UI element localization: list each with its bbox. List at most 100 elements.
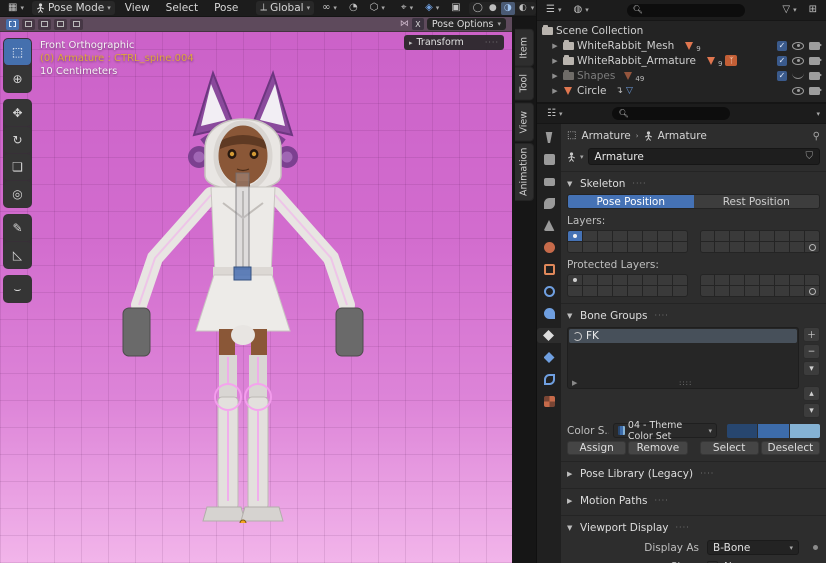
disable-render-icon[interactable]: [809, 72, 820, 80]
properties-search-input[interactable]: 🔍︎: [612, 107, 730, 120]
shading-wireframe-button[interactable]: ◯: [471, 2, 485, 15]
layer-cell[interactable]: [805, 231, 819, 241]
tool-scale[interactable]: ❏: [4, 154, 31, 180]
layer-cell[interactable]: [598, 231, 612, 241]
layer-cell[interactable]: [730, 286, 744, 296]
layer-cell[interactable]: [715, 286, 729, 296]
layer-cell[interactable]: [790, 286, 804, 296]
tool-measure[interactable]: ◺: [4, 242, 31, 268]
layer-cell[interactable]: [583, 231, 597, 241]
x-mirror-toggle[interactable]: X: [412, 18, 424, 30]
hidden-eye-icon[interactable]: [792, 73, 804, 79]
disable-render-icon[interactable]: [809, 57, 820, 65]
layer-cell[interactable]: [701, 286, 715, 296]
menu-select[interactable]: Select: [160, 1, 204, 15]
layer-cell[interactable]: [613, 275, 627, 285]
remove-button[interactable]: Remove: [628, 441, 687, 455]
layer-cell[interactable]: [760, 275, 774, 285]
hide-eye-icon[interactable]: [792, 57, 804, 65]
outliner-row-whiterabbit-armature[interactable]: ▶ WhiteRabbit_Armature 9 ᛉ ✓: [541, 53, 822, 68]
layer-cell[interactable]: [760, 242, 774, 252]
sidebar-tab-tool[interactable]: Tool: [515, 66, 534, 100]
outliner-row-scene-collection[interactable]: Scene Collection: [541, 23, 822, 38]
sidebar-tab-item[interactable]: Item: [515, 29, 534, 67]
add-bone-group-button[interactable]: ＋: [803, 327, 820, 342]
list-expand-icon[interactable]: ▶: [572, 379, 577, 387]
layer-cell[interactable]: [568, 286, 582, 296]
tool-move[interactable]: ✥: [4, 100, 31, 126]
menu-pose[interactable]: Pose: [208, 1, 244, 15]
expand-arrow-icon[interactable]: ▶: [551, 87, 559, 95]
layer-cell[interactable]: [568, 231, 582, 241]
layer-cell[interactable]: [628, 286, 642, 296]
remove-bone-group-button[interactable]: −: [803, 344, 820, 359]
layer-cell[interactable]: [628, 275, 642, 285]
layer-cell[interactable]: [628, 242, 642, 252]
layer-cell[interactable]: [775, 231, 789, 241]
breadcrumb-object[interactable]: Armature: [581, 130, 630, 142]
decorator-dot[interactable]: [813, 545, 818, 550]
shading-solid-button[interactable]: ●: [486, 2, 500, 15]
disable-render-icon[interactable]: [809, 87, 820, 95]
disable-render-icon[interactable]: [809, 42, 820, 50]
layer-cell[interactable]: [760, 286, 774, 296]
editor-type-dropdown[interactable]: ▦▾: [4, 2, 28, 14]
motion-paths-panel-header[interactable]: ▶ Motion Paths ····: [567, 492, 820, 509]
deselect-button[interactable]: Deselect: [761, 441, 820, 455]
layer-cell[interactable]: [643, 242, 657, 252]
layer-cell[interactable]: [598, 242, 612, 252]
exclude-checkbox[interactable]: ✓: [777, 41, 787, 51]
selected-bone-overlay[interactable]: [234, 267, 251, 280]
layer-cell[interactable]: [643, 231, 657, 241]
layer-cell[interactable]: [598, 275, 612, 285]
layer-cell[interactable]: [730, 242, 744, 252]
layer-cell[interactable]: [745, 242, 759, 252]
overlays-dropdown[interactable]: ◈▾: [421, 2, 443, 14]
select-mode-subtract-button[interactable]: [38, 19, 51, 30]
layer-cell[interactable]: [790, 231, 804, 241]
layer-cell[interactable]: [673, 242, 687, 252]
select-mode-intersect-button[interactable]: [70, 19, 83, 30]
hide-eye-icon[interactable]: [792, 87, 804, 95]
snap-toggle[interactable]: ◔: [345, 2, 362, 14]
layer-cell[interactable]: [701, 242, 715, 252]
select-mode-invert-button[interactable]: [54, 19, 67, 30]
layer-cell[interactable]: [613, 242, 627, 252]
protected-block-2[interactable]: [700, 274, 821, 297]
list-grip-icon[interactable]: ::::: [679, 379, 692, 387]
outliner-filter-dropdown[interactable]: ▽▾: [778, 4, 800, 16]
fake-user-shield-icon[interactable]: ⛉: [806, 151, 814, 162]
display-as-dropdown[interactable]: B-Bone ▾: [707, 540, 799, 555]
select-mode-set-button[interactable]: [6, 19, 19, 30]
tool-annotate[interactable]: ✎: [4, 215, 31, 241]
transform-panel-collapsed[interactable]: ▸ Transform ····: [404, 35, 504, 50]
tab-constraints[interactable]: [540, 306, 558, 321]
select-button[interactable]: Select: [700, 441, 759, 455]
protected-block-1[interactable]: [567, 274, 688, 297]
outliner-row-shapes[interactable]: ▶ Shapes 49 ✓: [541, 68, 822, 83]
layer-cell[interactable]: [658, 275, 672, 285]
assign-button[interactable]: Assign: [567, 441, 626, 455]
tab-view-layer[interactable]: [540, 196, 558, 211]
swatch-selected[interactable]: [758, 424, 788, 438]
layer-cell[interactable]: [730, 231, 744, 241]
layer-cell[interactable]: [598, 286, 612, 296]
exclude-checkbox[interactable]: ✓: [777, 56, 787, 66]
tab-texture[interactable]: [540, 394, 558, 409]
layer-cell[interactable]: [673, 275, 687, 285]
layer-cell[interactable]: [775, 275, 789, 285]
bone-groups-panel-header[interactable]: ▼ Bone Groups ····: [567, 307, 820, 324]
layer-cell[interactable]: [673, 231, 687, 241]
shading-material-button[interactable]: ◑: [501, 2, 515, 15]
layers-block-1[interactable]: [567, 230, 688, 253]
viewport-canvas[interactable]: ⋈ X Pose Options ▾ ⬚ ⊕ ✥ ↻ ❏: [0, 17, 512, 563]
character-model[interactable]: [95, 53, 395, 523]
layer-cell[interactable]: [613, 286, 627, 296]
layer-cell[interactable]: [760, 231, 774, 241]
pose-position-button[interactable]: Pose Position: [568, 195, 694, 208]
layer-cell[interactable]: [701, 231, 715, 241]
layer-cell[interactable]: [730, 275, 744, 285]
layer-cell[interactable]: [790, 275, 804, 285]
expand-arrow-icon[interactable]: ▶: [551, 57, 559, 65]
tool-cursor[interactable]: ⊕: [4, 66, 31, 92]
